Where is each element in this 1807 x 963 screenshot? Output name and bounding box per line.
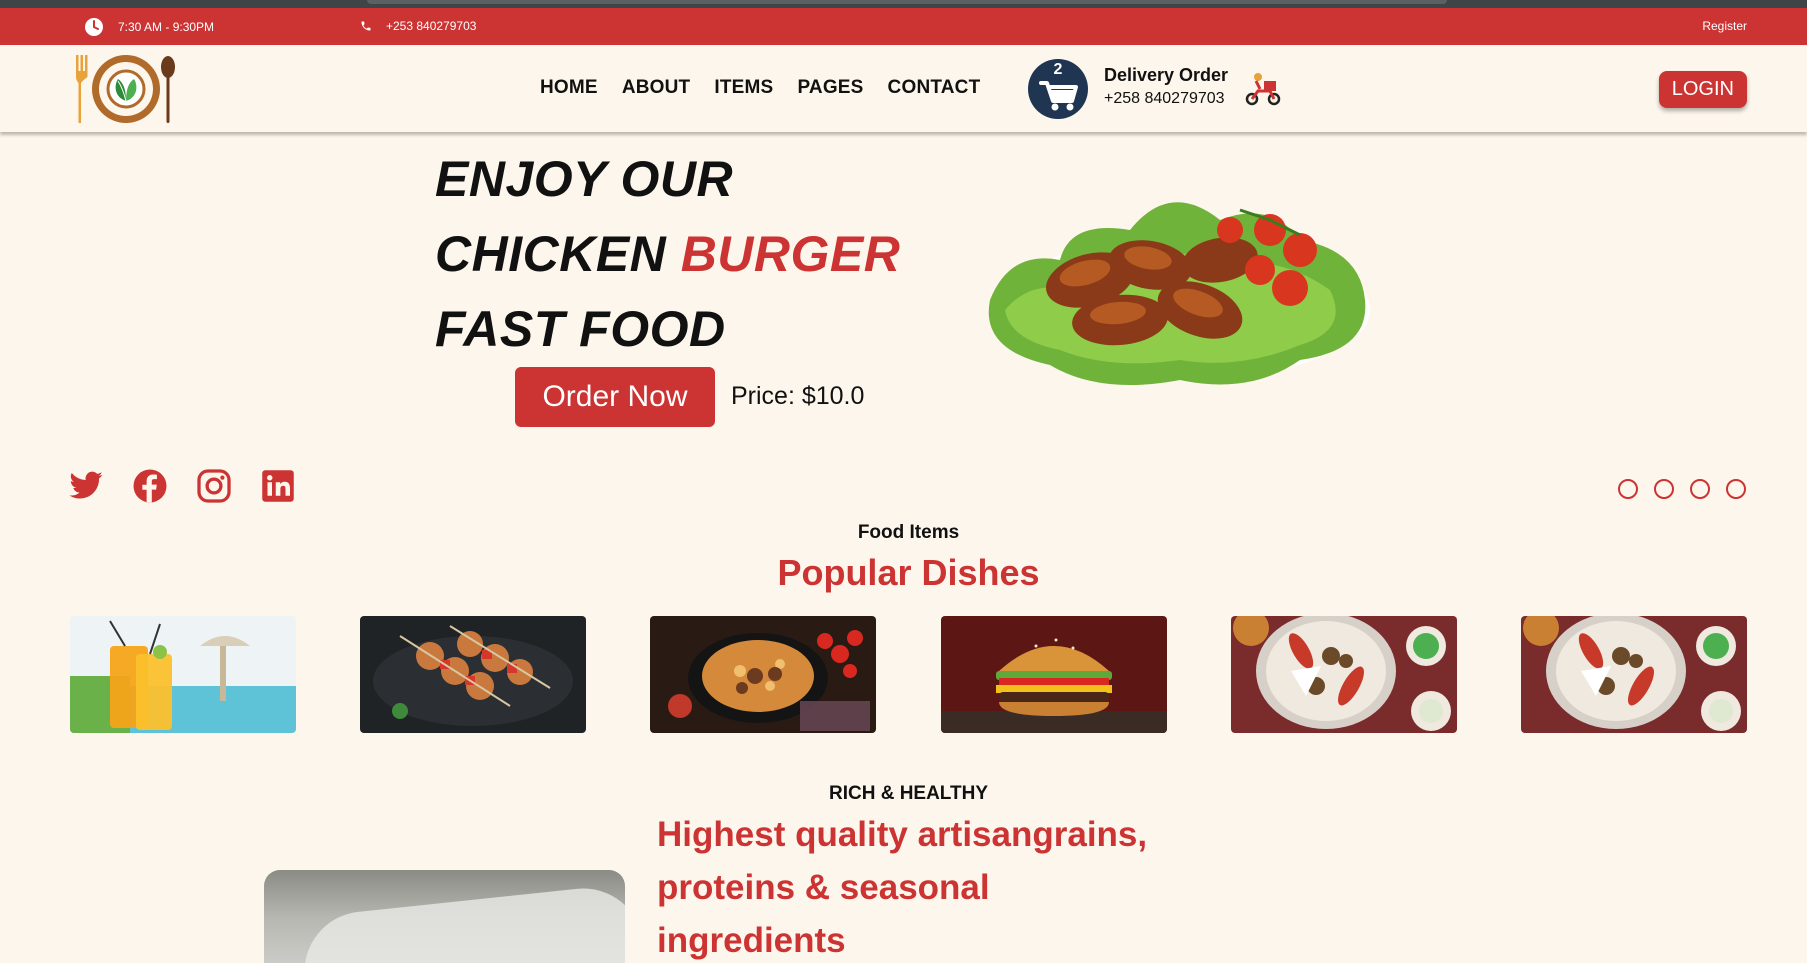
- clock-icon: [85, 18, 103, 36]
- facebook-icon[interactable]: [132, 468, 168, 504]
- carousel-dot[interactable]: [1618, 479, 1638, 499]
- popular-dishes-title: Popular Dishes: [777, 552, 1040, 593]
- top-phone: +253 840279703: [360, 19, 476, 33]
- opening-hours: 7:30 AM - 9:30PM: [84, 17, 214, 37]
- phone-icon: [361, 21, 371, 31]
- linkedin-icon[interactable]: [260, 468, 296, 504]
- nav-home[interactable]: HOME: [540, 77, 598, 99]
- dish-image-mezze-platter-2[interactable]: [1520, 616, 1747, 733]
- dish-image-rice-pan[interactable]: [650, 616, 877, 733]
- twitter-icon[interactable]: [68, 468, 104, 504]
- healthy-ingredients-image: [264, 870, 625, 963]
- carousel-dot[interactable]: [1690, 479, 1710, 499]
- rich-healthy-label: RICH & HEALTHY: [828, 783, 989, 804]
- hours-text: 7:30 AM - 9:30PM: [118, 20, 215, 34]
- browser-top-strip: [0, 0, 1807, 8]
- nav-about[interactable]: ABOUT: [622, 77, 691, 99]
- dish-image-mezze-platter[interactable]: [1230, 616, 1457, 733]
- register-link[interactable]: Register: [1702, 19, 1747, 33]
- nav-contact[interactable]: CONTACT: [888, 77, 981, 99]
- info-bar: 7:30 AM - 9:30PM +253 840279703 Register: [0, 8, 1807, 45]
- hero-chicken-plate-image: [988, 202, 1370, 385]
- hero-line-1: ENJOY OUR: [435, 151, 734, 207]
- food-items-label: Food Items: [857, 522, 960, 543]
- main-nav: HOME ABOUT ITEMS PAGES CONTACT: [540, 77, 980, 99]
- hero-highlight: BURGER: [680, 226, 901, 282]
- navbar: HOME ABOUT ITEMS PAGES CONTACT 2 Deliver…: [0, 45, 1807, 132]
- login-button[interactable]: LOGIN: [1658, 71, 1747, 108]
- phone-text: +253 840279703: [386, 19, 477, 33]
- delivery-info: Delivery Order +258 840279703: [1104, 65, 1228, 108]
- hero-price: Price: $10.0: [731, 382, 865, 410]
- cart-button[interactable]: 2: [1028, 59, 1088, 119]
- dish-image-kebab[interactable]: [360, 616, 587, 733]
- delivery-phone: +258 840279703: [1104, 90, 1225, 107]
- cart-icon: [1039, 81, 1078, 111]
- nav-items[interactable]: ITEMS: [714, 77, 773, 99]
- dish-image-juice[interactable]: [70, 616, 296, 733]
- instagram-icon[interactable]: [196, 468, 232, 504]
- order-now-button[interactable]: Order Now: [515, 367, 715, 427]
- dish-gallery: [70, 616, 1747, 733]
- delivery-scooter-icon: [1245, 73, 1281, 106]
- hero-line-3: FAST FOOD: [435, 301, 726, 357]
- social-links: [68, 468, 296, 504]
- carousel-dots: [1618, 479, 1746, 499]
- carousel-dot[interactable]: [1726, 479, 1746, 499]
- restaurant-logo[interactable]: [70, 53, 182, 127]
- hero-line-2: CHICKEN BURGER: [435, 225, 900, 283]
- delivery-title: Delivery Order: [1104, 65, 1229, 85]
- nav-pages[interactable]: PAGES: [797, 77, 863, 99]
- healthy-title: Highest quality artisangrains, proteins …: [657, 815, 1148, 960]
- hero-line-2-text: CHICKEN: [435, 226, 667, 282]
- dish-image-burger[interactable]: [940, 616, 1167, 733]
- carousel-dot[interactable]: [1654, 479, 1674, 499]
